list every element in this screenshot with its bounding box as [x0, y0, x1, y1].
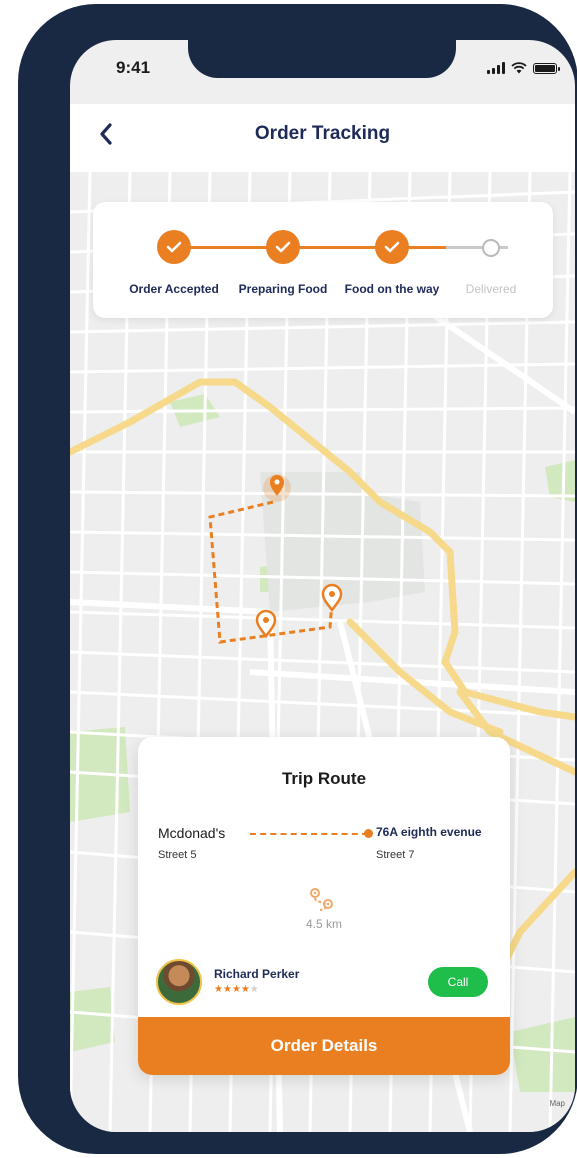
- step-delivered-icon: [482, 239, 500, 257]
- map-credit: Map: [549, 1099, 565, 1108]
- dropoff-name: 76A eighth evenue: [376, 825, 482, 839]
- check-icon: [275, 241, 291, 253]
- dropoff-street: Street 7: [376, 849, 415, 861]
- step-label-delivered: Delivered: [465, 282, 517, 296]
- order-details-button[interactable]: Order Details: [138, 1017, 510, 1075]
- pickup-name: Mcdonad's: [158, 825, 226, 841]
- order-progress-card: Order Accepted Preparing Food Food on th…: [93, 202, 553, 318]
- star-icon: ★: [222, 984, 232, 995]
- star-icon: ★: [214, 984, 223, 995]
- distance-route-icon: [310, 888, 333, 911]
- trip-route-card: Trip Route Mcdonad's Street 5 76A eighth…: [138, 737, 510, 1075]
- trip-distance: 4.5 km: [305, 917, 342, 931]
- star-icon: ★: [240, 984, 250, 995]
- app-header: Order Tracking: [70, 104, 575, 172]
- step-label-food-on-the-way: Food on the way: [344, 282, 440, 296]
- driver-name: Richard Perker: [214, 967, 300, 981]
- trip-title: Trip Route: [281, 769, 367, 788]
- step-preparing-food-icon: [266, 230, 300, 264]
- check-icon: [384, 241, 400, 253]
- status-time: 9:41: [116, 58, 151, 77]
- step-label-order-accepted: Order Accepted: [129, 282, 219, 296]
- star-icon: ★: [231, 984, 241, 995]
- status-icons: [487, 61, 560, 75]
- driver-avatar: [156, 959, 202, 1005]
- phone-notch: [188, 40, 456, 78]
- wifi-icon: [511, 62, 527, 74]
- call-button[interactable]: Call: [428, 967, 488, 997]
- step-order-accepted-icon: [157, 230, 191, 264]
- check-icon: [166, 241, 182, 253]
- map-pin-destination: [263, 474, 291, 502]
- pickup-street: Street 5: [158, 849, 197, 861]
- battery-icon: [533, 62, 560, 74]
- trip-route-dot: [364, 829, 373, 838]
- step-label-preparing-food: Preparing Food: [238, 282, 328, 296]
- step-food-on-the-way-icon: [375, 230, 409, 264]
- star-empty-icon: ★: [249, 984, 259, 995]
- trip-route-line: [250, 833, 368, 835]
- phone-screen: 9:41 Order Tracking Order Accepted Prepa…: [70, 40, 575, 1132]
- page-title: Order Tracking: [254, 123, 391, 144]
- signal-icon: [487, 62, 505, 74]
- driver-rating: ★★★★★: [214, 984, 259, 995]
- phone-frame: 9:41 Order Tracking Order Accepted Prepa…: [18, 4, 577, 1154]
